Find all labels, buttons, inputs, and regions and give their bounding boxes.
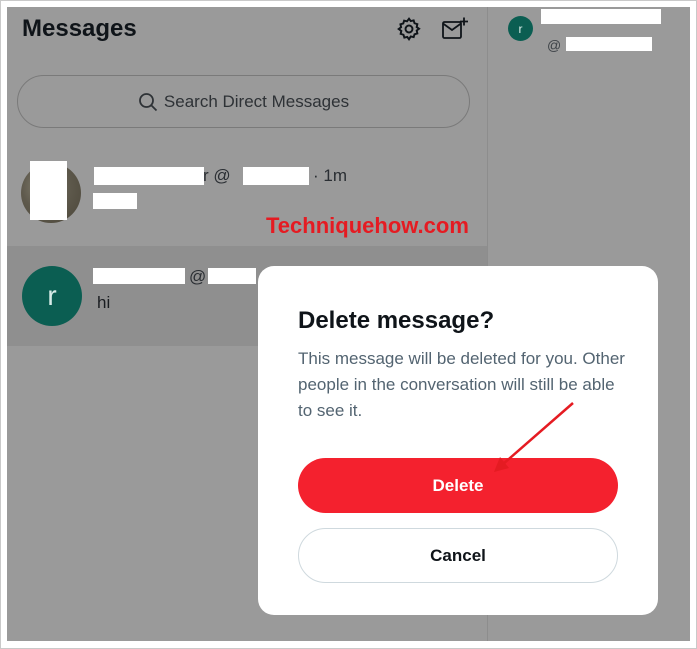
handle-prefix: r @	[203, 166, 231, 185]
redaction-block	[566, 37, 652, 51]
timestamp: · 1m	[313, 166, 347, 185]
settings-gear-icon[interactable]	[396, 16, 422, 42]
redaction-block	[208, 268, 256, 284]
handle-prefix: @	[189, 267, 207, 286]
search-input[interactable]: Search Direct Messages	[17, 75, 470, 128]
search-icon	[139, 92, 158, 111]
new-message-icon[interactable]	[441, 16, 469, 42]
avatar: r	[508, 16, 533, 41]
redaction-block	[93, 268, 185, 284]
redaction-block	[94, 167, 204, 185]
watermark-text: Techniquehow.com	[266, 213, 469, 238]
page-title: Messages	[22, 15, 137, 42]
handle-prefix: @	[547, 37, 562, 53]
redaction-block	[30, 161, 67, 220]
delete-button[interactable]: Delete	[298, 458, 618, 513]
cancel-button[interactable]: Cancel	[298, 528, 618, 583]
redaction-block	[93, 193, 137, 209]
dialog-title: Delete message?	[298, 307, 495, 334]
redaction-block	[243, 167, 309, 185]
messages-screen: Messages Search Direct Messages r @ · 1m…	[7, 7, 690, 641]
message-preview: hi	[97, 293, 111, 312]
dialog-body: This message will be deleted for you. Ot…	[298, 349, 625, 420]
redaction-block	[541, 9, 661, 24]
delete-message-dialog: Delete message? This message will be del…	[258, 266, 658, 615]
avatar: r	[22, 266, 82, 326]
search-placeholder: Search Direct Messages	[163, 91, 350, 111]
